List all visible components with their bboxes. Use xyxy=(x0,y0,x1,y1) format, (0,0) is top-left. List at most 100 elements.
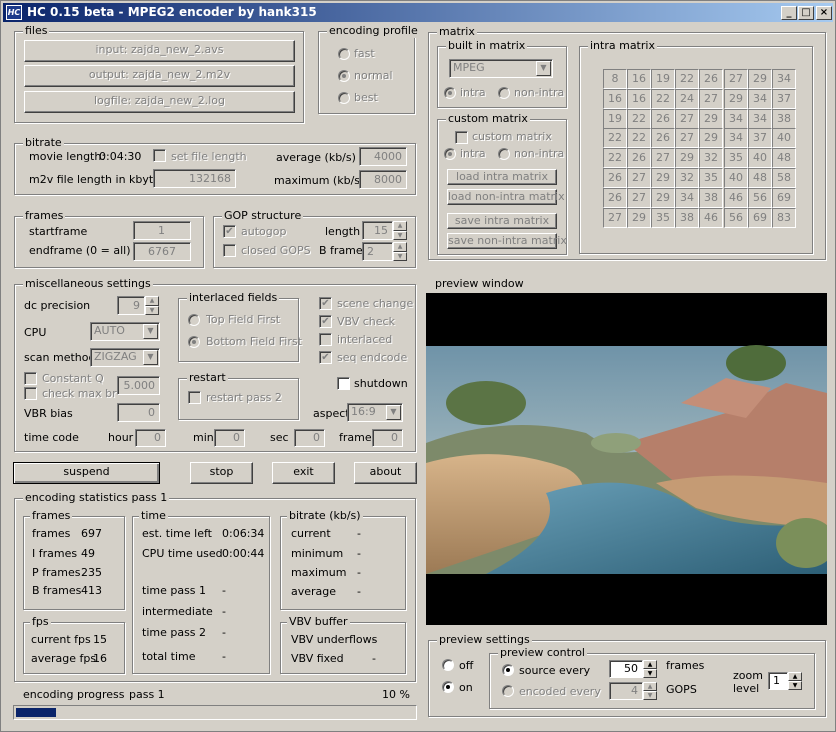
matrix-cell[interactable]: 56 xyxy=(724,208,748,228)
matrix-cell[interactable]: 34 xyxy=(748,109,772,129)
builtin-intra-radio[interactable] xyxy=(444,87,456,99)
matrix-cell[interactable]: 27 xyxy=(699,89,723,109)
profile-fast-radio[interactable] xyxy=(338,48,350,60)
gop-length-stepper[interactable]: ▲ ▼ xyxy=(393,221,407,240)
matrix-cell[interactable]: 19 xyxy=(603,109,627,129)
interlaced-checkbox[interactable] xyxy=(319,333,332,346)
matrix-cell[interactable]: 83 xyxy=(772,208,796,228)
vbv-check-checkbox[interactable]: ✔ xyxy=(319,315,332,328)
maximum-bitrate-field[interactable]: 8000 xyxy=(359,170,407,189)
matrix-cell[interactable]: 34 xyxy=(772,69,796,89)
source-every-stepper[interactable]: ▲ ▼ xyxy=(643,660,657,678)
closed-gops-checkbox[interactable] xyxy=(223,244,236,257)
hour-field[interactable]: 0 xyxy=(135,429,166,447)
min-field[interactable]: 0 xyxy=(214,429,245,447)
dc-precision-stepper[interactable]: ▲ ▼ xyxy=(145,296,159,315)
matrix-cell[interactable]: 40 xyxy=(748,148,772,168)
scene-change-checkbox[interactable]: ✔ xyxy=(319,297,332,310)
bframes-stepper[interactable]: ▲ ▼ xyxy=(393,242,407,261)
cpu-select[interactable]: AUTO ▼ xyxy=(90,322,160,341)
matrix-cell[interactable]: 29 xyxy=(748,69,772,89)
minimize-button[interactable]: _ xyxy=(781,6,797,20)
output-file-button[interactable]: output: zajda_new_2.m2v xyxy=(24,65,295,87)
matrix-cell[interactable]: 16 xyxy=(603,89,627,109)
aspect-select[interactable]: 16:9 ▼ xyxy=(347,403,403,422)
scan-method-select[interactable]: ZIGZAG ▼ xyxy=(90,348,160,367)
chevron-down-icon[interactable]: ▼ xyxy=(536,61,551,76)
matrix-cell[interactable]: 37 xyxy=(748,128,772,148)
matrix-cell[interactable]: 58 xyxy=(772,168,796,188)
source-every-field[interactable]: 50 xyxy=(609,660,643,678)
matrix-cell[interactable]: 34 xyxy=(748,89,772,109)
matrix-cell[interactable]: 35 xyxy=(651,208,675,228)
matrix-cell[interactable]: 46 xyxy=(699,208,723,228)
matrix-cell[interactable]: 22 xyxy=(603,148,627,168)
matrix-cell[interactable]: 38 xyxy=(675,208,699,228)
matrix-cell[interactable]: 22 xyxy=(675,69,699,89)
load-intra-button[interactable]: load intra matrix xyxy=(447,169,557,185)
matrix-cell[interactable]: 29 xyxy=(627,208,651,228)
seq-endcode-checkbox[interactable]: ✔ xyxy=(319,351,332,364)
custom-intra-radio[interactable] xyxy=(444,148,456,160)
top-field-radio[interactable] xyxy=(188,314,200,326)
matrix-cell[interactable]: 27 xyxy=(603,208,627,228)
check-max-br-checkbox[interactable] xyxy=(24,387,37,400)
matrix-cell[interactable]: 26 xyxy=(651,109,675,129)
shutdown-checkbox[interactable] xyxy=(337,377,350,390)
vbr-bias-field[interactable]: 0 xyxy=(117,403,160,422)
load-nonintra-button[interactable]: load non-intra matrix xyxy=(447,189,565,205)
matrix-cell[interactable]: 32 xyxy=(675,168,699,188)
matrix-cell[interactable]: 29 xyxy=(699,128,723,148)
dc-precision-field[interactable]: 9 xyxy=(117,296,145,315)
matrix-cell[interactable]: 27 xyxy=(675,128,699,148)
encoded-every-field[interactable]: 4 xyxy=(609,682,643,700)
matrix-cell[interactable]: 8 xyxy=(603,69,627,89)
logfile-button[interactable]: logfile: zajda_new_2.log xyxy=(24,91,295,113)
matrix-cell[interactable]: 29 xyxy=(724,89,748,109)
save-nonintra-button[interactable]: save non-intra matrix xyxy=(447,233,567,249)
startframe-field[interactable]: 1 xyxy=(133,221,191,240)
custom-nonintra-radio[interactable] xyxy=(498,148,510,160)
close-button[interactable]: × xyxy=(816,6,832,20)
restart-pass2-checkbox[interactable] xyxy=(188,391,201,404)
matrix-cell[interactable]: 26 xyxy=(699,69,723,89)
matrix-cell[interactable]: 26 xyxy=(651,128,675,148)
matrix-cell[interactable]: 22 xyxy=(627,109,651,129)
builtin-nonintra-radio[interactable] xyxy=(498,87,510,99)
custom-matrix-checkbox[interactable] xyxy=(455,131,468,144)
matrix-cell[interactable]: 22 xyxy=(627,128,651,148)
encoded-every-stepper[interactable]: ▲ ▼ xyxy=(643,682,657,700)
matrix-cell[interactable]: 69 xyxy=(748,208,772,228)
matrix-cell[interactable]: 32 xyxy=(699,148,723,168)
matrix-cell[interactable]: 27 xyxy=(724,69,748,89)
matrix-cell[interactable]: 27 xyxy=(675,109,699,129)
matrix-cell[interactable]: 46 xyxy=(724,188,748,208)
matrix-cell[interactable]: 40 xyxy=(724,168,748,188)
chevron-down-icon[interactable]: ▼ xyxy=(143,324,158,339)
matrix-cell[interactable]: 35 xyxy=(724,148,748,168)
gop-length-field[interactable]: 15 xyxy=(362,221,393,240)
maximize-button[interactable]: □ xyxy=(798,6,814,20)
preview-off-radio[interactable] xyxy=(442,659,454,671)
matrix-cell[interactable]: 48 xyxy=(748,168,772,188)
matrix-cell[interactable]: 29 xyxy=(651,168,675,188)
zoom-level-field[interactable]: 1 xyxy=(768,672,788,690)
matrix-cell[interactable]: 16 xyxy=(627,89,651,109)
matrix-cell[interactable]: 22 xyxy=(651,89,675,109)
matrix-cell[interactable]: 69 xyxy=(772,188,796,208)
suspend-button[interactable]: suspend xyxy=(13,462,160,484)
matrix-cell[interactable]: 27 xyxy=(627,188,651,208)
profile-best-radio[interactable] xyxy=(338,92,350,104)
matrix-cell[interactable]: 35 xyxy=(699,168,723,188)
matrix-cell[interactable]: 26 xyxy=(627,148,651,168)
profile-normal-radio[interactable] xyxy=(338,70,350,82)
matrix-cell[interactable]: 34 xyxy=(675,188,699,208)
matrix-cell[interactable]: 27 xyxy=(627,168,651,188)
m2v-length-field[interactable]: 132168 xyxy=(153,169,236,188)
bframes-field[interactable]: 2 xyxy=(362,242,393,261)
title-bar[interactable]: HC HC 0.15 beta - MPEG2 encoder by hank3… xyxy=(3,3,833,22)
matrix-cell[interactable]: 26 xyxy=(603,188,627,208)
matrix-cell[interactable]: 34 xyxy=(724,109,748,129)
stop-button[interactable]: stop xyxy=(190,462,253,484)
hc-app-icon[interactable]: HC xyxy=(6,5,22,20)
